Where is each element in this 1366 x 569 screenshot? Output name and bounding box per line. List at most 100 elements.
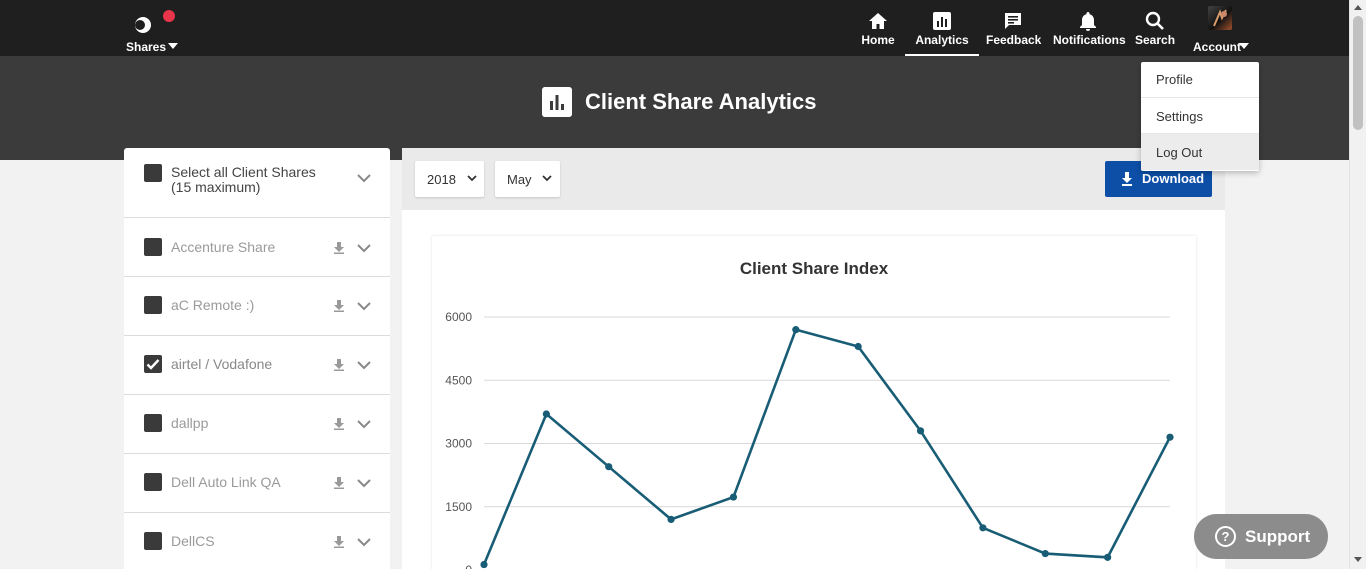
chevron-down-icon[interactable] [357,302,371,311]
search-icon [1145,11,1164,30]
chevron-down-icon[interactable] [357,420,371,429]
share-label: aC Remote :) [171,297,255,313]
shares-logo-icon [135,17,151,33]
month-value: May [507,172,532,187]
account-dropdown: Profile Settings Log Out [1141,62,1259,171]
list-item[interactable]: Dell Auto Link QA [124,454,390,513]
data-point[interactable] [1041,549,1049,558]
download-icon[interactable] [333,418,345,430]
nav-search-label: Search [1135,33,1176,47]
menu-item-settings[interactable]: Settings [1141,98,1259,134]
chart-area: Client Share Index 0 1500 3000 4500 6000 [402,210,1225,569]
share-label: DellCS [171,533,215,549]
shares-switcher[interactable]: Shares [124,10,184,56]
data-point[interactable] [1166,433,1174,441]
analytics-panel: 2018 May Download Client Share Index 0 15… [402,148,1225,569]
y-tick-label: 6000 [445,310,472,324]
chevron-down-icon[interactable] [357,244,371,253]
nav-analytics[interactable]: Analytics [905,0,979,56]
data-point[interactable] [854,342,862,351]
data-point[interactable] [979,524,987,532]
share-checkbox[interactable] [144,532,162,550]
page-scrollbar[interactable] [1349,0,1366,569]
series-line [482,328,1172,566]
nav-notifications-label: Notifications [1053,33,1126,47]
download-label: Download [1142,171,1205,186]
list-item[interactable]: DellCS [124,513,390,569]
chevron-down-icon[interactable] [357,479,371,488]
year-value: 2018 [427,172,456,187]
download-icon[interactable] [333,536,345,548]
list-item[interactable]: dallpp [124,395,390,454]
share-checkbox[interactable] [144,296,162,314]
checkmark-icon [146,359,160,370]
menu-item-label: Log Out [1156,145,1203,160]
select-all-checkbox[interactable] [144,164,162,182]
scroll-up-icon[interactable] [1354,5,1362,10]
nav-home[interactable]: Home [858,0,898,56]
list-item[interactable]: Accenture Share [124,218,390,277]
share-label: Accenture Share [171,239,276,255]
notification-dot [163,10,175,22]
nav-feedback-label: Feedback [986,33,1042,47]
page-title: Client Share Analytics [585,89,817,114]
nav-analytics-label: Analytics [915,33,969,47]
scroll-thumb[interactable] [1353,16,1363,130]
top-nav: Shares Home Analytics Feedback Notificat… [0,0,1349,56]
chevron-down-icon[interactable] [357,174,371,183]
bar-chart-icon [933,12,951,30]
data-point[interactable] [667,515,675,523]
account-menu-toggle[interactable]: Account [1192,0,1252,56]
year-select[interactable]: 2018 [415,161,484,197]
share-checkbox[interactable] [144,238,162,256]
share-checkbox-checked[interactable] [144,355,162,373]
data-point[interactable] [729,493,738,501]
y-tick-label: 0 [465,563,472,569]
chart-card: Client Share Index 0 1500 3000 4500 6000 [432,236,1196,569]
shares-label: Shares [126,40,167,54]
month-select[interactable]: May [495,161,560,197]
share-checkbox[interactable] [144,414,162,432]
data-point[interactable] [792,326,800,334]
chevron-down-icon[interactable] [357,361,371,370]
bell-icon [1080,12,1096,31]
scroll-down-icon[interactable] [1354,557,1362,562]
share-label: airtel / Vodafone [171,356,273,372]
download-icon [1122,172,1132,186]
chevron-down-icon [542,175,552,182]
share-checkbox[interactable] [144,473,162,491]
download-icon[interactable] [333,477,345,489]
chevron-down-icon[interactable] [357,538,371,547]
select-all-row[interactable]: Select all Client Shares (15 maximum) [124,148,390,218]
data-point[interactable] [1104,553,1112,561]
download-icon[interactable] [333,300,345,312]
menu-item-profile[interactable]: Profile [1141,62,1259,98]
home-icon [869,13,887,29]
support-button[interactable]: ? Support [1194,514,1328,559]
menu-item-logout[interactable]: Log Out [1141,134,1259,170]
nav-search[interactable]: Search [1135,0,1175,56]
data-point[interactable] [480,560,488,569]
y-tick-label: 1500 [445,500,472,514]
select-all-label: Select all Client Shares (15 maximum) [171,164,316,195]
nav-feedback[interactable]: Feedback [986,0,1042,56]
y-tick-label: 3000 [445,437,472,451]
nav-home-label: Home [861,33,895,47]
chevron-down-icon [467,175,477,182]
data-point[interactable] [542,410,550,418]
avatar [1208,6,1232,30]
client-share-list: Select all Client Shares (15 maximum) Ac… [124,148,390,569]
help-icon: ? [1215,526,1236,547]
list-item[interactable]: airtel / Vodafone [124,336,390,395]
list-item[interactable]: aC Remote :) [124,277,390,336]
y-tick-label: 4500 [445,373,472,387]
download-icon[interactable] [333,242,345,254]
data-point[interactable] [916,427,925,435]
nav-notifications[interactable]: Notifications [1053,0,1126,56]
menu-item-label: Settings [1156,109,1203,124]
share-label: dallpp [171,415,209,431]
account-label: Account [1193,40,1241,54]
support-label: Support [1245,527,1311,546]
data-point[interactable] [605,463,613,471]
download-icon[interactable] [333,359,345,371]
